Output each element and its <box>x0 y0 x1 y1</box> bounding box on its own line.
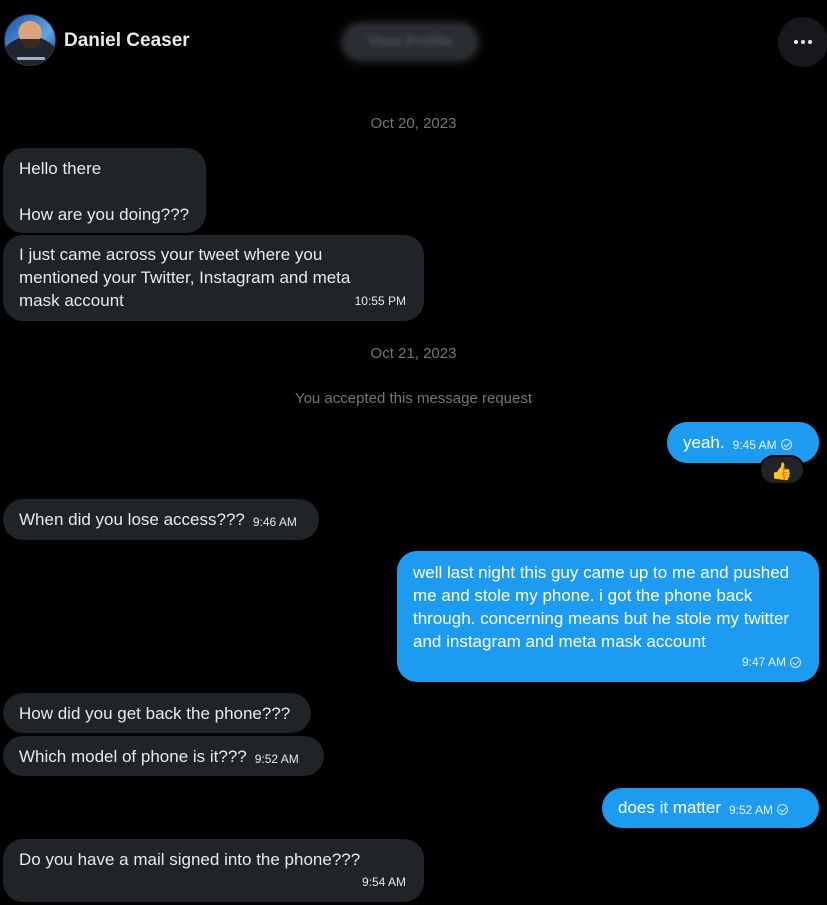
check-circle-icon <box>780 439 792 450</box>
message-text: Do you have a mail signed into the phone… <box>19 850 361 869</box>
message-text: I just came across your tweet where you … <box>19 245 351 310</box>
message-timestamp: 9:52 AM <box>254 752 299 766</box>
message-text: How did you get back the phone??? <box>19 704 291 723</box>
incoming-message[interactable]: I just came across your tweet where you … <box>3 235 424 321</box>
message-text: well last night this guy came up to me a… <box>413 563 790 651</box>
more-options-button[interactable] <box>778 17 827 67</box>
thumbs-up-emoji: 👍 <box>771 462 793 481</box>
message-text: does it matter <box>618 798 721 817</box>
date-separator: Oct 21, 2023 <box>370 345 457 362</box>
incoming-message[interactable]: Do you have a mail signed into the phone… <box>3 839 424 902</box>
message-timestamp: 10:55 PM <box>354 294 406 308</box>
message-text: Which model of phone is it??? <box>19 747 247 766</box>
message-request-note: You accepted this message request <box>294 390 533 407</box>
avatar[interactable] <box>4 14 56 66</box>
reaction-badge[interactable]: 👍 <box>759 455 805 485</box>
incoming-message[interactable]: When did you lose access??? 9:46 AM <box>3 499 319 540</box>
conversation-header: Daniel Ceaser View Profile <box>0 0 827 84</box>
outgoing-message[interactable]: does it matter 9:52 AM <box>602 788 819 828</box>
message-timestamp-row: 9:47 AM <box>742 651 801 674</box>
date-separator: Oct 20, 2023 <box>370 115 457 132</box>
message-text: Hello there How are you doing??? <box>19 159 190 224</box>
check-circle-icon <box>777 804 789 815</box>
message-timestamp: 9:52 AM <box>729 803 774 817</box>
message-text: When did you lose access??? <box>19 510 245 529</box>
avatar-beard <box>21 39 41 49</box>
view-profile-button[interactable]: View Profile <box>343 24 477 60</box>
conversation-username[interactable]: Daniel Ceaser <box>64 30 190 52</box>
check-circle-icon <box>790 657 801 668</box>
incoming-message[interactable]: How did you get back the phone??? <box>3 693 311 733</box>
more-horizontal-icon <box>794 40 812 44</box>
message-text: yeah. <box>683 433 725 452</box>
message-timestamp: 9:54 AM <box>361 875 406 889</box>
outgoing-message[interactable]: well last night this guy came up to me a… <box>397 551 819 682</box>
incoming-message[interactable]: Which model of phone is it??? 9:52 AM <box>3 736 324 776</box>
avatar-shirt-text <box>17 57 45 60</box>
incoming-message[interactable]: Hello there How are you doing??? <box>3 148 206 233</box>
message-timestamp: 9:46 AM <box>252 515 297 529</box>
message-timestamp: 9:45 AM <box>732 438 777 452</box>
message-timestamp: 9:47 AM <box>741 655 786 669</box>
